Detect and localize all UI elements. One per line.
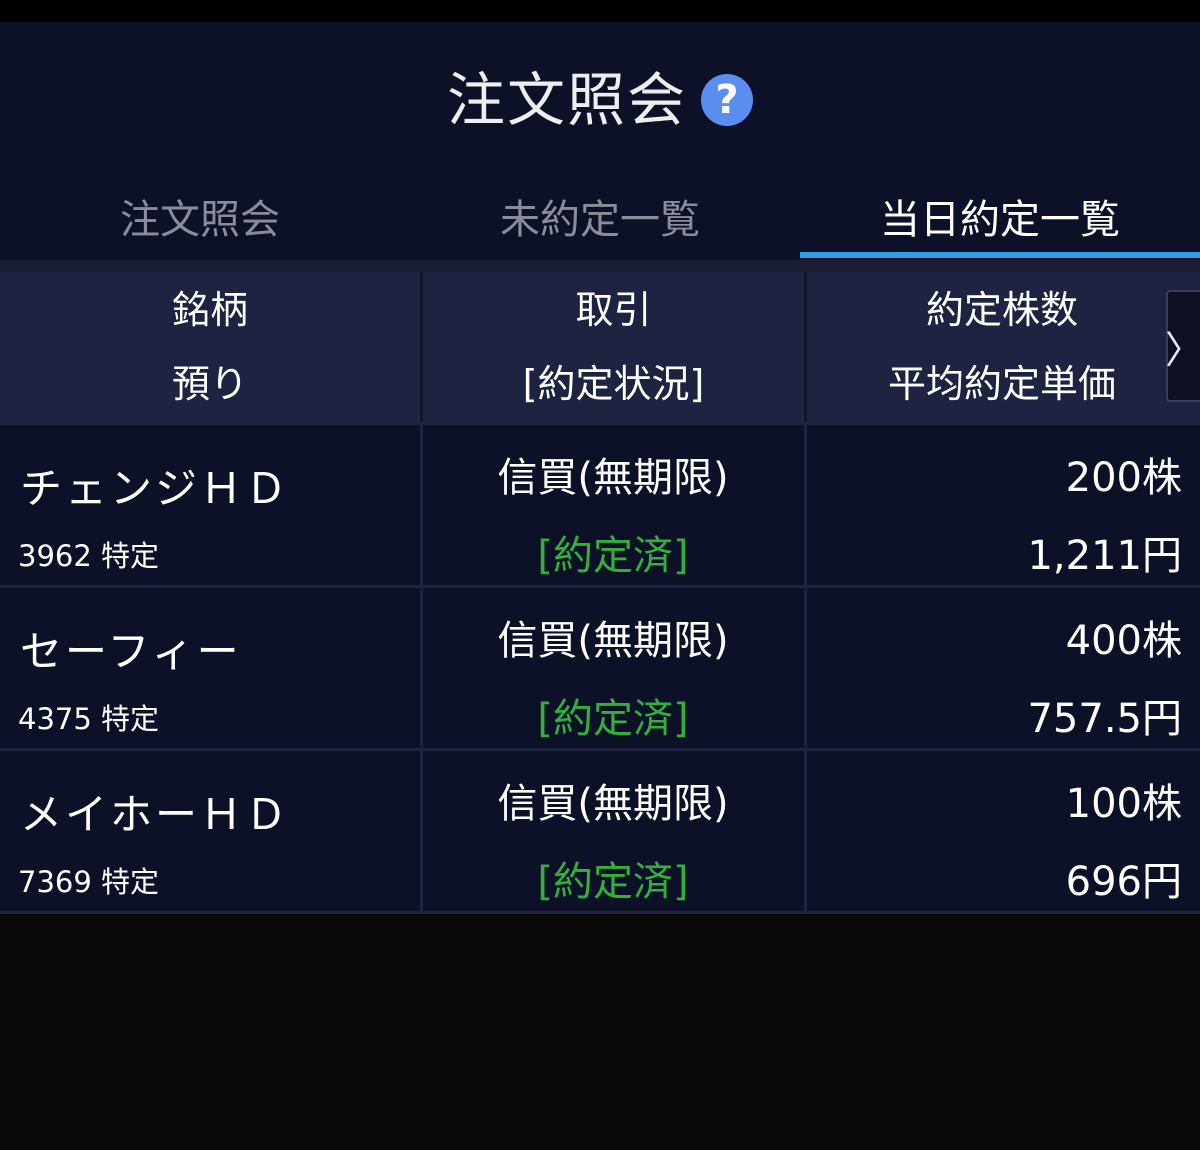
executed-orders-list: チェンジＨＤ 3962 特定 信買(無期限) [約定済] 200株 1,211円… (0, 422, 1200, 914)
stock-code: 7369 特定 (18, 865, 160, 899)
column-header-custody: 預り (171, 362, 248, 406)
column-header-stock-name: 銘柄 (171, 288, 248, 332)
stock-name: チェンジＨＤ (20, 464, 291, 513)
stock-code: 3962 特定 (18, 539, 160, 573)
chevron-right-icon: 〉 (1165, 327, 1200, 372)
trade-type: 信買(無期限) (497, 455, 729, 501)
column-divider (804, 751, 807, 911)
column-divider (804, 425, 807, 585)
tab-today-executed-list[interactable]: 当日約定一覧 (800, 172, 1200, 260)
scroll-right-button[interactable]: 〉 (1165, 290, 1200, 402)
execution-status: [約定済] (537, 696, 689, 742)
tab-unexecuted-list[interactable]: 未約定一覧 (400, 172, 800, 260)
trade-type: 信買(無期限) (497, 781, 729, 827)
stock-name: メイホーＨＤ (20, 790, 291, 839)
executed-shares: 100株 (1065, 781, 1182, 827)
column-header-average-price: 平均約定単価 (887, 362, 1116, 406)
title-wrap: 注文照会 ? (0, 60, 1200, 140)
average-price: 696円 (1065, 859, 1182, 905)
column-header-trade: 取引 [約定状況] (423, 272, 804, 422)
tab-order-inquiry[interactable]: 注文照会 (0, 172, 400, 260)
table-row[interactable]: チェンジＨＤ 3962 特定 信買(無期限) [約定済] 200株 1,211円 (0, 422, 1200, 585)
section-gap (0, 260, 1200, 272)
column-header-trade-type: 取引 (575, 288, 652, 332)
tab-bar: 注文照会 未約定一覧 当日約定一覧 (0, 172, 1200, 260)
average-price: 1,211円 (1027, 533, 1182, 579)
trade-type: 信買(無期限) (497, 618, 729, 664)
question-circle-icon[interactable]: ? (701, 74, 753, 126)
page-title: 注文照会 (446, 66, 687, 134)
app-root: 注文照会 ? 注文照会 未約定一覧 当日約定一覧 銘柄 預り 取引 [約定状況]… (0, 0, 1200, 1150)
stock-code: 4375 特定 (18, 702, 160, 736)
column-header-execution-status: [約定状況] (522, 362, 705, 406)
table-row[interactable]: メイホーＨＤ 7369 特定 信買(無期限) [約定済] 100株 696円 (0, 748, 1200, 914)
stock-name: セーフィー (20, 627, 242, 676)
status-bar (0, 0, 1200, 22)
table-header: 銘柄 預り 取引 [約定状況] 約定株数 平均約定単価 (0, 272, 1200, 422)
execution-status: [約定済] (537, 859, 689, 905)
executed-shares: 400株 (1065, 618, 1182, 664)
column-header-execution: 約定株数 平均約定単価 (807, 272, 1197, 422)
table-row[interactable]: セーフィー 4375 特定 信買(無期限) [約定済] 400株 757.5円 (0, 585, 1200, 748)
execution-status: [約定済] (537, 533, 689, 579)
page-header: 注文照会 ? 注文照会 未約定一覧 当日約定一覧 (0, 22, 1200, 260)
column-header-stock: 銘柄 預り (0, 272, 420, 422)
average-price: 757.5円 (1027, 696, 1182, 742)
executed-shares: 200株 (1065, 455, 1182, 501)
column-header-executed-shares: 約定株数 (925, 288, 1078, 332)
column-divider (804, 588, 807, 748)
